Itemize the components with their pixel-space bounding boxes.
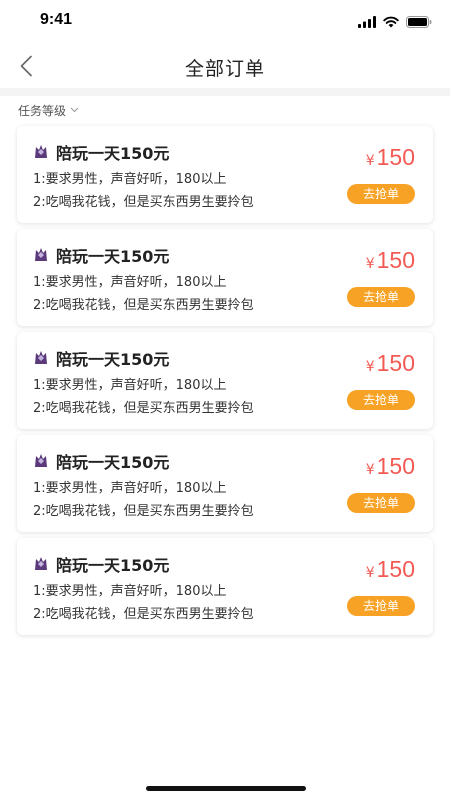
- status-time: 9:41: [40, 11, 73, 28]
- order-requirement-1: 1:要求男性，声音好听，180以上: [33, 172, 227, 187]
- task-level-icon: [35, 454, 47, 467]
- price-value: 150: [376, 453, 415, 479]
- filter-label: 任务等级: [18, 103, 67, 118]
- order-title: 陪玩一天150元: [56, 453, 170, 472]
- price-value: 150: [376, 556, 415, 582]
- order-price: ¥ 150: [366, 350, 415, 377]
- task-level-icon: [35, 145, 47, 158]
- order-card[interactable]: 陪玩一天150元 1:要求男性，声音好听，180以上 2:吃喝我花钱，但是买东西…: [17, 435, 433, 532]
- order-title: 陪玩一天150元: [56, 144, 170, 163]
- order-requirement-1: 1:要求男性，声音好听，180以上: [33, 275, 227, 290]
- currency-symbol: ¥: [365, 359, 375, 375]
- currency-symbol: ¥: [365, 565, 375, 581]
- task-level-icon: [35, 557, 47, 570]
- battery-icon: [406, 16, 432, 28]
- currency-symbol: ¥: [365, 462, 375, 478]
- order-list: 陪玩一天150元 1:要求男性，声音好听，180以上 2:吃喝我花钱，但是买东西…: [17, 126, 433, 641]
- order-card[interactable]: 陪玩一天150元 1:要求男性，声音好听，180以上 2:吃喝我花钱，但是买东西…: [17, 229, 433, 326]
- currency-symbol: ¥: [365, 153, 375, 169]
- order-title: 陪玩一天150元: [56, 247, 170, 266]
- price-value: 150: [376, 144, 415, 170]
- order-price: ¥ 150: [366, 556, 415, 583]
- grab-order-button[interactable]: 去抢单: [347, 390, 415, 410]
- price-value: 150: [376, 350, 415, 376]
- order-requirement-1: 1:要求男性，声音好听，180以上: [33, 378, 227, 393]
- nav-divider: [0, 88, 450, 96]
- order-title: 陪玩一天150元: [56, 556, 170, 575]
- order-requirement-2: 2:吃喝我花钱，但是买东西男生要拎包: [33, 401, 254, 416]
- grab-order-button[interactable]: 去抢单: [347, 184, 415, 204]
- order-card[interactable]: 陪玩一天150元 1:要求男性，声音好听，180以上 2:吃喝我花钱，但是买东西…: [17, 126, 433, 223]
- grab-order-button[interactable]: 去抢单: [347, 493, 415, 513]
- order-requirement-2: 2:吃喝我花钱，但是买东西男生要拎包: [33, 298, 254, 313]
- filter-task-level[interactable]: 任务等级: [18, 101, 79, 119]
- task-level-icon: [35, 248, 47, 261]
- order-requirement-2: 2:吃喝我花钱，但是买东西男生要拎包: [33, 504, 254, 519]
- grab-order-button[interactable]: 去抢单: [347, 596, 415, 616]
- price-value: 150: [376, 247, 415, 273]
- currency-symbol: ¥: [365, 256, 375, 272]
- wifi-icon: [383, 16, 399, 28]
- task-level-icon: [35, 351, 47, 364]
- order-price: ¥ 150: [366, 247, 415, 274]
- order-requirement-2: 2:吃喝我花钱，但是买东西男生要拎包: [33, 607, 254, 622]
- status-icons: [358, 15, 432, 29]
- nav-bar: 全部订单: [0, 44, 450, 88]
- order-requirement-1: 1:要求男性，声音好听，180以上: [33, 481, 227, 496]
- order-requirement-2: 2:吃喝我花钱，但是买东西男生要拎包: [33, 195, 254, 210]
- order-price: ¥ 150: [366, 453, 415, 480]
- order-title: 陪玩一天150元: [56, 350, 170, 369]
- screen: 9:41 全部订单 任务等级 陪玩一天150元 1:要求男性，声音好听，180以…: [0, 0, 450, 800]
- order-card[interactable]: 陪玩一天150元 1:要求男性，声音好听，180以上 2:吃喝我花钱，但是买东西…: [17, 332, 433, 429]
- status-bar: 9:41: [0, 0, 450, 44]
- home-indicator[interactable]: [146, 786, 306, 791]
- order-requirement-1: 1:要求男性，声音好听，180以上: [33, 584, 227, 599]
- order-price: ¥ 150: [366, 144, 415, 171]
- signal-icon: [358, 16, 376, 28]
- order-card[interactable]: 陪玩一天150元 1:要求男性，声音好听，180以上 2:吃喝我花钱，但是买东西…: [17, 538, 433, 635]
- page-title: 全部订单: [184, 58, 265, 80]
- chevron-down-icon: [70, 107, 79, 113]
- grab-order-button[interactable]: 去抢单: [347, 287, 415, 307]
